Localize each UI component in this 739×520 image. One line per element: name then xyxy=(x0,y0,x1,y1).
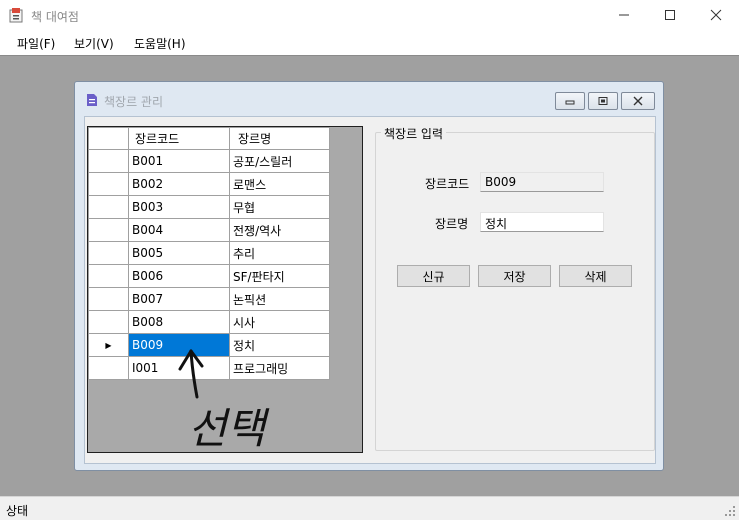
table-row[interactable]: B003 무협 xyxy=(88,195,330,219)
row-header[interactable] xyxy=(88,172,129,196)
handwritten-annotation: 선택 xyxy=(178,349,270,453)
child-restore-button[interactable] xyxy=(588,92,618,110)
genre-window: 책장르 관리 장르코드 장르명 B001 공포/스릴러 B002 로맨스 B00… xyxy=(74,81,664,471)
row-header[interactable] xyxy=(88,241,129,265)
cell-genre-name[interactable]: 로맨스 xyxy=(229,172,330,196)
annotation-text: 선택 xyxy=(188,404,270,453)
restore-icon xyxy=(598,97,608,105)
genre-code-label: 장르코드 xyxy=(425,177,470,191)
maximize-button[interactable] xyxy=(647,0,693,30)
table-row[interactable]: B002 로맨스 xyxy=(88,172,330,196)
cell-genre-code[interactable]: B002 xyxy=(128,172,230,196)
cell-genre-name[interactable]: 무협 xyxy=(229,195,330,219)
cell-genre-code[interactable]: B003 xyxy=(128,195,230,219)
column-header-name[interactable]: 장르명 xyxy=(229,127,330,150)
genre-window-title: 책장르 관리 xyxy=(104,95,164,109)
genre-window-titlebar: 책장르 관리 xyxy=(75,82,663,116)
cell-genre-code[interactable]: B006 xyxy=(128,264,230,288)
genre-name-field[interactable]: 정치 xyxy=(480,212,604,232)
genre-table: 장르코드 장르명 B001 공포/스릴러 B002 로맨스 B003 무협 B0… xyxy=(88,127,330,380)
genre-code-field[interactable]: B009 xyxy=(480,172,604,192)
row-header[interactable] xyxy=(88,218,129,242)
table-row[interactable]: B001 공포/스릴러 xyxy=(88,149,330,173)
menu-help[interactable]: 도움말(H) xyxy=(134,35,186,52)
maximize-icon xyxy=(665,10,675,20)
new-button[interactable]: 신규 xyxy=(397,265,470,287)
table-row[interactable]: B007 논픽션 xyxy=(88,287,330,311)
minimize-icon xyxy=(619,14,629,16)
child-close-button[interactable] xyxy=(621,92,655,110)
cell-genre-name[interactable]: 공포/스릴러 xyxy=(229,149,330,173)
table-row[interactable]: B004 전쟁/역사 xyxy=(88,218,330,242)
close-icon xyxy=(633,96,643,106)
menu-bar: 파일(F) 보기(V) 도움말(H) xyxy=(0,30,739,55)
row-header[interactable] xyxy=(88,195,129,219)
column-header-code[interactable]: 장르코드 xyxy=(128,127,230,150)
minimize-icon xyxy=(565,100,575,105)
cell-genre-code[interactable]: B008 xyxy=(128,310,230,334)
window-title: 책 대여점 xyxy=(31,10,79,24)
grid-header-row: 장르코드 장르명 xyxy=(88,127,330,150)
cell-genre-name[interactable]: 시사 xyxy=(229,310,330,334)
group-title: 책장르 입력 xyxy=(381,125,447,142)
cell-genre-code[interactable]: B004 xyxy=(128,218,230,242)
cell-genre-name[interactable]: 논픽션 xyxy=(229,287,330,311)
current-row-indicator-icon[interactable]: ▶ xyxy=(88,333,129,357)
table-row[interactable]: B008 시사 xyxy=(88,310,330,334)
menu-view[interactable]: 보기(V) xyxy=(74,35,114,52)
window-titlebar: 책 대여점 xyxy=(0,0,739,30)
row-header[interactable] xyxy=(88,264,129,288)
genre-window-client: 장르코드 장르명 B001 공포/스릴러 B002 로맨스 B003 무협 B0… xyxy=(84,116,656,464)
row-header[interactable] xyxy=(88,310,129,334)
resize-grip-icon[interactable] xyxy=(724,505,736,517)
table-row[interactable]: B006 SF/판타지 xyxy=(88,264,330,288)
close-button[interactable] xyxy=(693,0,739,30)
cell-genre-code[interactable]: B001 xyxy=(128,149,230,173)
genre-name-label: 장르명 xyxy=(435,217,469,231)
row-header[interactable] xyxy=(88,287,129,311)
child-minimize-button[interactable] xyxy=(555,92,585,110)
menu-file[interactable]: 파일(F) xyxy=(17,35,55,52)
delete-button[interactable]: 삭제 xyxy=(559,265,632,287)
table-row[interactable]: B005 추리 xyxy=(88,241,330,265)
row-header[interactable] xyxy=(88,149,129,173)
row-header[interactable] xyxy=(88,356,129,380)
app-icon xyxy=(9,8,23,23)
cell-genre-name[interactable]: SF/판타지 xyxy=(229,264,330,288)
status-bar: 상태 xyxy=(0,496,739,520)
grid-corner-header[interactable] xyxy=(88,127,129,150)
status-label: 상태 xyxy=(6,504,29,518)
cell-genre-code[interactable]: B007 xyxy=(128,287,230,311)
minimize-button[interactable] xyxy=(601,0,647,30)
form-icon xyxy=(87,94,97,106)
save-button[interactable]: 저장 xyxy=(478,265,551,287)
cell-genre-name[interactable]: 전쟁/역사 xyxy=(229,218,330,242)
cell-genre-name[interactable]: 추리 xyxy=(229,241,330,265)
cell-genre-code[interactable]: B005 xyxy=(128,241,230,265)
close-icon xyxy=(710,9,722,21)
